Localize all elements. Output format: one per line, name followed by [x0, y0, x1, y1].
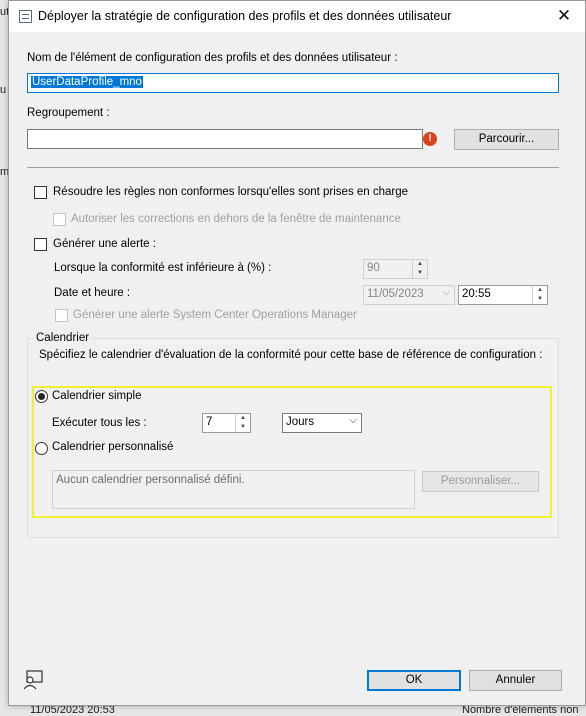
generate-alert-label: Générer une alerte : — [53, 238, 156, 250]
custom-schedule-text: Aucun calendrier personnalisé défini. — [52, 470, 415, 509]
collection-label: Regroupement : — [27, 107, 110, 119]
collection-field[interactable] — [27, 129, 423, 149]
run-every-unit: Jours — [286, 416, 315, 428]
allow-outside-window-checkbox[interactable] — [53, 213, 66, 226]
compliance-below-label: Lorsque la conformité est inférieure à (… — [54, 262, 272, 274]
spin-control[interactable]: ▲ ▼ — [412, 260, 427, 278]
time-field[interactable]: 20:55 ▲ ▼ — [458, 285, 548, 305]
compliance-below-value: 90 — [367, 262, 380, 274]
user-help-icon[interactable] — [22, 669, 44, 691]
item-name-label: Nom de l'élément de configuration des pr… — [27, 52, 398, 64]
dialog-title: Déployer la stratégie de configuration d… — [38, 9, 452, 23]
deploy-profile-dialog: Déployer la stratégie de configuration d… — [8, 0, 586, 706]
run-every-unit-select[interactable]: Jours ⌵ — [282, 413, 362, 433]
chevron-down-icon[interactable]: ⌵ — [349, 415, 357, 426]
ok-button[interactable]: OK — [367, 670, 461, 691]
run-every-field[interactable]: 7 ▲ ▼ — [202, 413, 251, 433]
date-picker[interactable]: 11/05/2023 ⌵ — [363, 285, 455, 305]
item-name-value: UserDataProfile_mno — [31, 76, 143, 88]
compliance-below-field[interactable]: 90 ▲ ▼ — [363, 259, 428, 279]
spin-up-icon[interactable]: ▲ — [240, 415, 246, 421]
title-bar: Déployer la stratégie de configuration d… — [9, 1, 585, 32]
run-every-label: Exécuter tous les : — [52, 417, 147, 429]
spin-down-icon[interactable]: ▼ — [240, 424, 246, 430]
dialog-icon — [19, 10, 32, 23]
item-name-field[interactable]: UserDataProfile_mno — [27, 73, 559, 93]
allow-outside-window-label: Autoriser les corrections en dehors de l… — [71, 213, 401, 225]
datetime-label: Date et heure : — [54, 287, 131, 299]
date-value: 11/05/2023 — [367, 288, 424, 300]
spin-up-icon[interactable]: ▲ — [417, 261, 423, 267]
custom-schedule-radio[interactable] — [35, 442, 48, 455]
schedule-description: Spécifiez le calendrier d'évaluation de … — [39, 349, 543, 361]
spin-down-icon[interactable]: ▼ — [537, 296, 543, 302]
background-fragment: u — [0, 84, 7, 96]
warning-icon: ! — [423, 132, 437, 146]
time-value: 20:55 — [462, 288, 491, 300]
custom-schedule-label: Calendrier personnalisé — [52, 441, 174, 453]
generate-alert-checkbox[interactable] — [34, 238, 47, 251]
spin-control[interactable]: ▲ ▼ — [532, 286, 547, 304]
browse-button[interactable]: Parcourir... — [454, 129, 559, 150]
chevron-down-icon[interactable]: ⌵ — [442, 287, 450, 298]
run-every-value: 7 — [206, 416, 213, 428]
scom-alert-checkbox[interactable] — [55, 309, 68, 322]
customize-button[interactable]: Personnaliser... — [422, 471, 539, 492]
separator — [27, 167, 559, 168]
spin-control[interactable]: ▲ ▼ — [235, 414, 250, 432]
simple-schedule-label: Calendrier simple — [52, 390, 142, 402]
remediate-checkbox[interactable] — [34, 186, 47, 199]
remediate-label: Résoudre les règles non conformes lorsqu… — [53, 186, 409, 198]
close-icon[interactable]: ✕ — [549, 5, 579, 27]
scom-alert-label: Générer une alerte System Center Operati… — [73, 309, 357, 321]
schedule-group-label: Calendrier — [34, 332, 92, 344]
spin-up-icon[interactable]: ▲ — [537, 287, 543, 293]
spin-down-icon[interactable]: ▼ — [417, 270, 423, 276]
cancel-button[interactable]: Annuler — [469, 670, 562, 691]
simple-schedule-radio[interactable] — [35, 390, 48, 403]
